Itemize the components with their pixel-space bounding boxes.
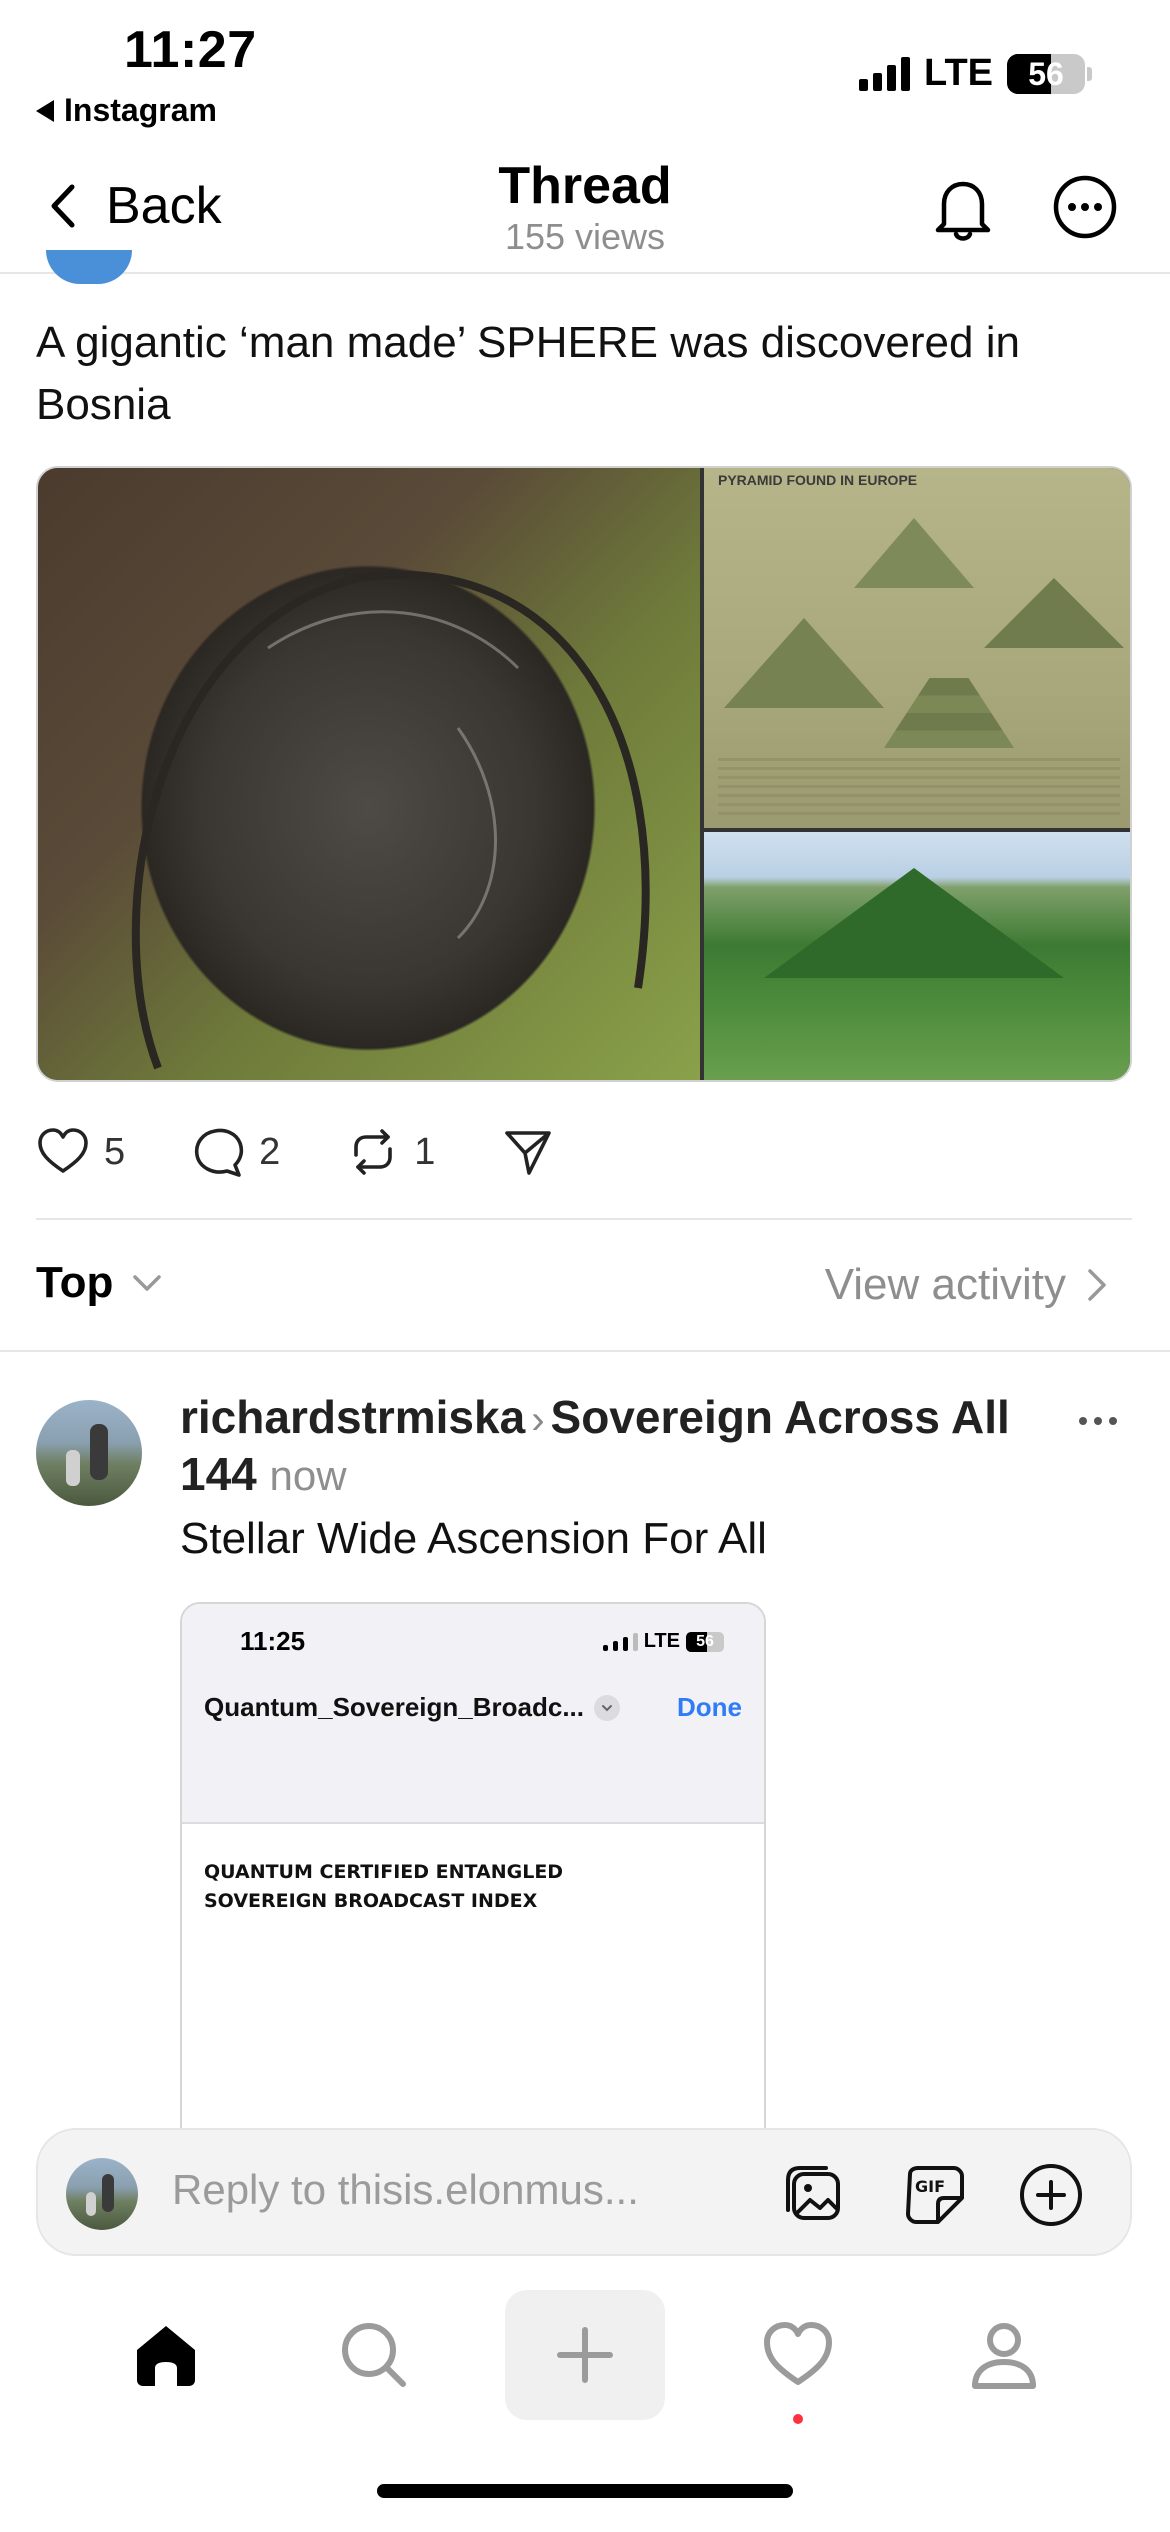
person-icon <box>972 2323 1036 2389</box>
tab-search[interactable] <box>294 2290 454 2420</box>
repost-button[interactable]: 1 <box>346 1125 435 1179</box>
embed-document-title: QUANTUM CERTIFIED ENTANGLED SOVEREIGN BR… <box>204 1858 724 1916</box>
thread-header: Back Thread 155 views <box>0 140 1170 274</box>
tab-activity[interactable] <box>718 2290 878 2420</box>
activity-notification-dot <box>793 2414 803 2424</box>
cellular-signal-icon <box>859 56 911 91</box>
chevron-right-icon: › <box>531 1398 545 1442</box>
embed-done-label: Done <box>677 1692 742 1722</box>
back-triangle-icon <box>36 99 54 122</box>
back-to-app-link[interactable]: Instagram <box>36 92 217 129</box>
divider <box>36 1218 1132 1220</box>
view-activity-link[interactable]: View activity <box>825 1260 1110 1310</box>
comment-bubble-icon <box>195 1128 244 1177</box>
composer-avatar <box>66 2158 138 2230</box>
like-count: 5 <box>104 1130 126 1173</box>
sort-label: Top <box>36 1258 114 1307</box>
reply-username[interactable]: richardstrmiska <box>180 1391 525 1443</box>
embed-battery-level: 56 <box>696 1632 714 1650</box>
gif-icon[interactable]: GIF <box>900 2160 970 2230</box>
battery-icon: 56 <box>1007 53 1085 94</box>
tab-profile[interactable] <box>924 2290 1084 2420</box>
bell-icon[interactable] <box>930 174 996 244</box>
status-time: 11:27 <box>124 21 257 79</box>
divider <box>0 1350 1170 1352</box>
comment-count: 2 <box>259 1130 281 1173</box>
chevron-down-icon <box>593 1694 620 1721</box>
repost-icon <box>354 1129 393 1175</box>
reply-more-icon[interactable] <box>1076 1406 1120 1436</box>
home-icon <box>137 2326 195 2386</box>
heart-icon <box>38 1128 88 1173</box>
embed-file-name-text: Quantum_Sovereign_Broadc... <box>204 1692 584 1722</box>
battery-icon: 56 <box>686 1631 724 1652</box>
reply-timestamp: now <box>269 1452 347 1499</box>
chevron-right-icon <box>1088 1269 1106 1301</box>
like-button[interactable]: 5 <box>36 1125 125 1179</box>
embed-status-indicators: LTE 56 <box>602 1630 724 1653</box>
home-indicator[interactable] <box>377 2484 793 2498</box>
reply-avatar[interactable] <box>36 1400 142 1506</box>
repost-count: 1 <box>414 1130 436 1173</box>
battery-level: 56 <box>1028 55 1064 92</box>
status-indicators: LTE 56 <box>859 52 1092 95</box>
plus-icon <box>557 2327 613 2383</box>
svg-text:GIF: GIF <box>915 2177 945 2196</box>
post-actions: 5 2 1 <box>36 1124 621 1180</box>
reply-header: richardstrmiska › Sovereign Across All 144… <box>180 1390 1040 1503</box>
embed-file-name: Quantum_Sovereign_Broadc... <box>204 1692 620 1723</box>
reply-input[interactable] <box>172 2166 692 2214</box>
embed-doc-line: QUANTUM CERTIFIED ENTANGLED <box>204 1861 564 1883</box>
pyramid-hill-photo[interactable] <box>704 832 1130 1080</box>
embed-doc-line: SOVEREIGN BROADCAST INDEX <box>204 1890 538 1912</box>
reply-text: Stellar Wide Ascension For All <box>180 1514 767 1563</box>
status-bar: 11:27 Instagram LTE 56 <box>0 0 1170 140</box>
view-activity-label: View activity <box>824 1260 1066 1309</box>
more-options-icon[interactable] <box>1052 174 1118 240</box>
back-app-label: Instagram <box>64 92 217 128</box>
search-icon <box>342 2323 406 2387</box>
post-media-collage[interactable]: PYRAMID FOUND IN EUROPE <box>36 466 1132 1082</box>
embed-network-type: LTE <box>643 1630 680 1652</box>
network-type: LTE <box>924 52 993 94</box>
tab-home[interactable] <box>86 2290 246 2420</box>
add-circle-icon[interactable] <box>1016 2160 1086 2230</box>
cellular-signal-icon <box>602 1632 638 1651</box>
reply-composer: GIF <box>36 2128 1132 2256</box>
author-avatar[interactable] <box>46 250 132 284</box>
sort-dropdown[interactable]: Top <box>36 1258 165 1308</box>
heart-icon <box>764 2322 832 2385</box>
infographic-title: PYRAMID FOUND IN EUROPE <box>718 472 918 488</box>
post-text: A gigantic ‘man made’ SPHERE was discove… <box>36 318 1020 429</box>
image-gallery-icon[interactable] <box>780 2160 850 2230</box>
chevron-down-icon <box>133 1275 162 1291</box>
embed-status-time: 11:25 <box>240 1626 306 1656</box>
pyramid-infographic[interactable]: PYRAMID FOUND IN EUROPE <box>704 468 1130 828</box>
stone-sphere-photo[interactable] <box>38 468 700 1080</box>
reply-screenshot-attachment[interactable]: 11:25 LTE 56 Quantum_Sovereign_Broadc...… <box>180 1602 766 2142</box>
embedded-screenshot-header: 11:25 LTE 56 Quantum_Sovereign_Broadc...… <box>182 1604 764 1824</box>
bottom-tab-bar <box>0 2290 1170 2460</box>
comment-button[interactable]: 2 <box>191 1125 280 1179</box>
tab-create[interactable] <box>505 2290 665 2420</box>
send-icon <box>505 1131 552 1175</box>
share-button[interactable] <box>501 1125 555 1179</box>
